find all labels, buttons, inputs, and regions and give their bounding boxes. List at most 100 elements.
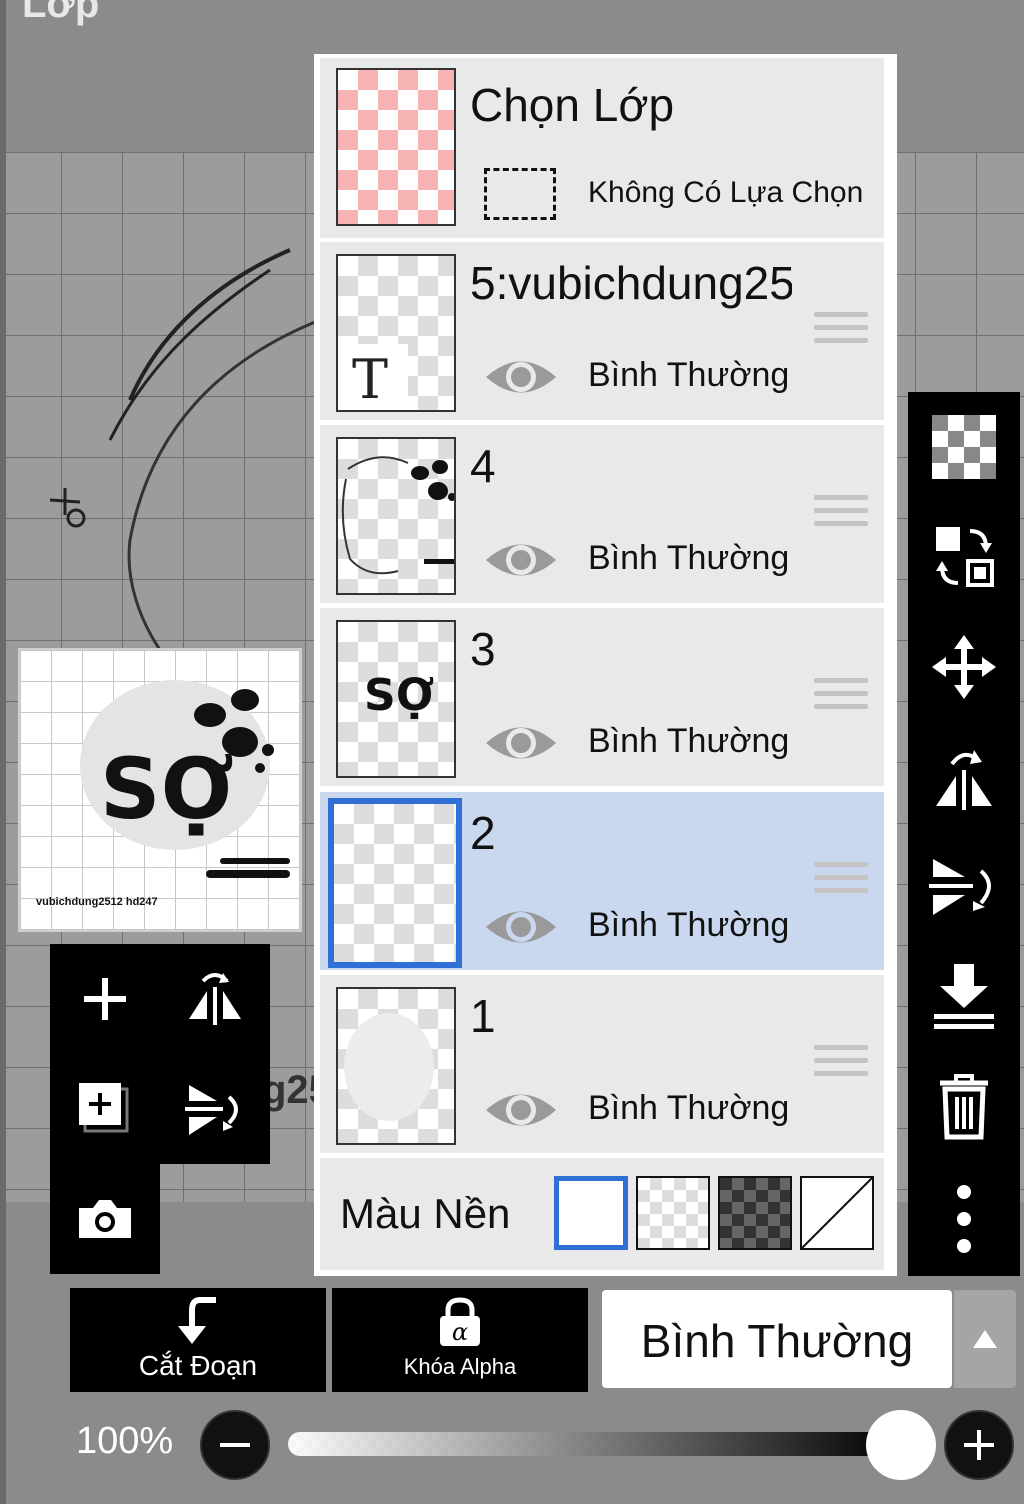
drag-handle-icon[interactable]: [814, 495, 868, 541]
layer-name: 4: [470, 440, 496, 492]
canvas-sketch: [49, 248, 321, 651]
move-icon: [932, 635, 996, 699]
layer-name: 5:vubichdung2512: [470, 257, 792, 309]
layer-row[interactable]: SỢ 3 Bình Thường: [320, 608, 884, 786]
layer-action-panel: [50, 944, 270, 1164]
layer-name: 1: [470, 990, 496, 1042]
layer-thumbnail-shape: [344, 1013, 434, 1121]
flip-layer-vertical-button[interactable]: [160, 1054, 270, 1164]
layer-blend-mode: Bình Thường: [588, 722, 790, 760]
layer-blend-mode: Bình Thường: [588, 539, 790, 577]
opacity-slider-thumb[interactable]: [866, 1410, 936, 1480]
trash-icon: [940, 1074, 988, 1140]
layer-thumbnail: [328, 798, 462, 968]
blend-mode-dropdown-button[interactable]: [954, 1290, 1016, 1388]
eye-icon[interactable]: [484, 900, 558, 954]
drag-handle-icon[interactable]: [814, 312, 868, 358]
layer-row[interactable]: T 5:vubichdung2512 Bình Thường: [320, 242, 884, 420]
layer-blend-mode: Bình Thường: [588, 356, 790, 394]
camera-icon: [79, 1200, 131, 1238]
background-color-row: Màu Nền: [320, 1158, 884, 1270]
eye-icon[interactable]: [484, 350, 558, 404]
layer-name: 2: [470, 807, 496, 859]
merge-down-button[interactable]: [908, 942, 1020, 1052]
selection-status: Không Có Lựa Chọn: [588, 176, 864, 209]
layer-tools-sidebar: [908, 392, 1020, 1276]
clipping-label: Cắt Đoạn: [138, 1350, 258, 1381]
more-vertical-icon: [957, 1185, 971, 1253]
selection-layer-thumbnail: [336, 68, 456, 226]
layer-action-panel-extra: [50, 1164, 160, 1274]
opacity-value: 100%: [76, 1420, 174, 1462]
lock-icon: α: [440, 1297, 480, 1346]
drag-handle-icon[interactable]: [814, 1045, 868, 1091]
plus-icon: [964, 1430, 994, 1460]
bg-none-swatch[interactable]: [800, 1176, 874, 1250]
opacity-decrease-button[interactable]: [200, 1410, 270, 1480]
add-layer-stack-icon: [79, 1083, 129, 1133]
clipping-button[interactable]: Cắt Đoạn: [70, 1288, 326, 1392]
layer-thumbnail: [336, 437, 456, 595]
delete-layer-button[interactable]: [908, 1052, 1020, 1162]
page-title: Lớp: [22, 0, 100, 26]
minus-icon: [220, 1443, 250, 1447]
selection-marquee-icon: [484, 168, 556, 220]
layer-thumbnail: [336, 987, 456, 1145]
flip-horizontal-button[interactable]: [908, 722, 1020, 832]
opacity-slider[interactable]: [288, 1432, 900, 1456]
selection-layer-row[interactable]: Chọn Lớp Không Có Lựa Chọn: [320, 58, 884, 238]
layer-blend-mode: Bình Thường: [588, 906, 790, 944]
swap-selection-button[interactable]: [908, 502, 1020, 612]
blend-mode-select[interactable]: Bình Thường: [602, 1290, 952, 1388]
layer-thumbnail: T: [336, 254, 456, 412]
text-layer-glyph: T: [352, 348, 389, 411]
transparency-button[interactable]: [908, 392, 1020, 502]
left-edge: [0, 0, 6, 1504]
alpha-lock-label: Khóa Alpha: [403, 1354, 517, 1379]
drag-handle-icon[interactable]: [814, 678, 868, 724]
clip-arrow-icon: [178, 1297, 216, 1344]
canvas-preview[interactable]: SỢ vubichdung2512 hd247: [18, 648, 302, 932]
selection-layer-title: Chọn Lớp: [470, 79, 675, 131]
flip-horizontal-icon: [189, 973, 241, 1025]
layer-row[interactable]: 4 Bình Thường: [320, 425, 884, 603]
add-special-layer-button[interactable]: [50, 1054, 160, 1164]
background-color-label: Màu Nền: [340, 1190, 511, 1237]
flip-vertical-button[interactable]: [908, 832, 1020, 942]
flip-vertical-icon: [185, 1085, 238, 1135]
flip-horizontal-icon: [936, 750, 992, 810]
layer-thumbnail: SỢ: [336, 620, 456, 778]
blend-mode-value: Bình Thường: [640, 1315, 914, 1367]
layer-thumbnail-art: [341, 456, 454, 575]
camera-layer-button[interactable]: [50, 1164, 160, 1274]
bg-transparent-light-swatch[interactable]: [636, 1176, 710, 1250]
add-layer-button[interactable]: [50, 944, 160, 1054]
flip-layer-horizontal-button[interactable]: [160, 944, 270, 1054]
bg-transparent-dark-swatch[interactable]: [718, 1176, 792, 1250]
svg-text:α: α: [452, 1318, 468, 1346]
preview-line: [206, 870, 290, 878]
eye-icon[interactable]: [484, 1083, 558, 1137]
checkerboard-icon: [932, 415, 996, 479]
layer-name: 3: [470, 623, 496, 675]
swap-icon: [936, 527, 994, 587]
merge-down-icon: [934, 964, 994, 1029]
plus-icon: [84, 978, 126, 1020]
layer-row-selected[interactable]: 2 Bình Thường: [320, 792, 884, 970]
preview-caption: vubichdung2512 hd247: [36, 896, 158, 908]
flip-vertical-icon: [929, 859, 991, 915]
preview-bubbles: [194, 689, 274, 773]
bg-white-swatch[interactable]: [554, 1176, 628, 1250]
triangle-up-icon: [973, 1330, 997, 1348]
eye-icon[interactable]: [484, 533, 558, 587]
layer-panel: Chọn Lớp Không Có Lựa Chọn T 5:vubichdun…: [314, 54, 897, 1276]
drag-handle-icon[interactable]: [814, 862, 868, 908]
layer-blend-mode: Bình Thường: [588, 1089, 790, 1127]
more-options-button[interactable]: [908, 1164, 1020, 1274]
alpha-lock-button[interactable]: α Khóa Alpha: [332, 1288, 588, 1392]
preview-line: [220, 858, 290, 864]
opacity-increase-button[interactable]: [944, 1410, 1014, 1480]
move-layer-button[interactable]: [908, 612, 1020, 722]
layer-row[interactable]: 1 Bình Thường: [320, 975, 884, 1153]
eye-icon[interactable]: [484, 716, 558, 770]
